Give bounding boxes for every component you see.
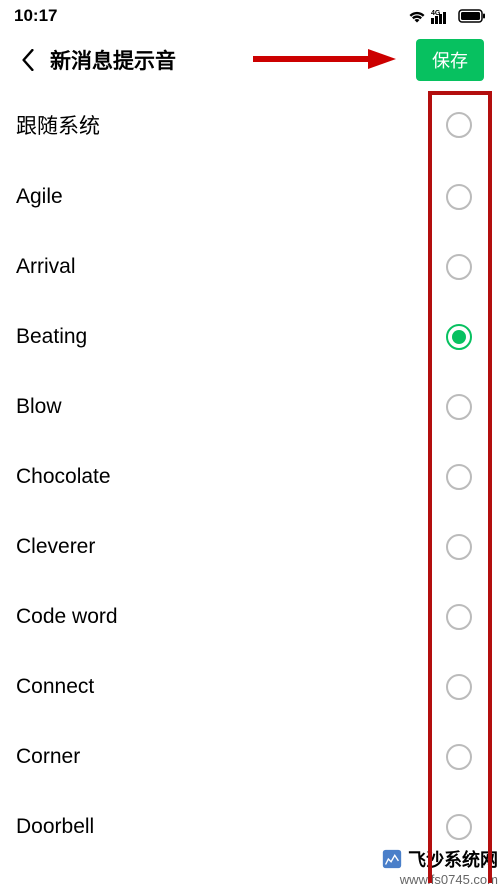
radio-code-word[interactable] — [446, 604, 472, 630]
status-icons: 4G — [408, 9, 486, 24]
page-title: 新消息提示音 — [50, 45, 176, 75]
radio-beating[interactable] — [446, 324, 472, 350]
sound-label: Blow — [16, 395, 62, 419]
sound-item-agile[interactable]: Agile — [0, 162, 500, 232]
sound-label: Agile — [16, 185, 63, 209]
radio-agile[interactable] — [446, 184, 472, 210]
sound-label: Cleverer — [16, 535, 95, 559]
wifi-icon — [408, 9, 426, 23]
sound-list: 跟随系统 Agile Arrival Beating Blow Chocolate Clev… — [0, 88, 500, 862]
sound-item-connect[interactable]: Connect — [0, 652, 500, 722]
watermark-logo-icon — [381, 848, 403, 870]
sound-label: Arrival — [16, 255, 76, 279]
sound-label: Corner — [16, 745, 80, 769]
battery-icon — [458, 9, 486, 23]
sound-item-blow[interactable]: Blow — [0, 372, 500, 442]
status-time: 10:17 — [14, 6, 57, 26]
radio-cleverer[interactable] — [446, 534, 472, 560]
save-button[interactable]: 保存 — [416, 39, 484, 81]
watermark-text: 飞沙系统网 — [408, 846, 498, 872]
radio-corner[interactable] — [446, 744, 472, 770]
radio-arrival[interactable] — [446, 254, 472, 280]
radio-connect[interactable] — [446, 674, 472, 700]
sound-label: Chocolate — [16, 465, 111, 489]
sound-item-code-word[interactable]: Code word — [0, 582, 500, 652]
sound-label: Code word — [16, 605, 118, 629]
radio-chocolate[interactable] — [446, 464, 472, 490]
watermark: 飞沙系统网 www.fs0745.com — [381, 846, 498, 887]
sound-item-corner[interactable]: Corner — [0, 722, 500, 792]
sound-item-chocolate[interactable]: Chocolate — [0, 442, 500, 512]
sound-label: Connect — [16, 675, 94, 699]
radio-blow[interactable] — [446, 394, 472, 420]
radio-follow-system[interactable] — [446, 112, 472, 138]
watermark-url: www.fs0745.com — [381, 872, 498, 887]
signal-4g-icon: 4G — [431, 9, 453, 24]
radio-doorbell[interactable] — [446, 814, 472, 840]
sound-item-cleverer[interactable]: Cleverer — [0, 512, 500, 582]
sound-item-beating[interactable]: Beating — [0, 302, 500, 372]
sound-item-arrival[interactable]: Arrival — [0, 232, 500, 302]
sound-item-follow-system[interactable]: 跟随系统 — [0, 88, 500, 162]
sound-label: 跟随系统 — [16, 110, 100, 140]
back-icon[interactable] — [16, 48, 40, 72]
sound-label: Doorbell — [16, 815, 94, 839]
sound-label: Beating — [16, 325, 87, 349]
nav-bar: 新消息提示音 保存 — [0, 32, 500, 88]
status-bar: 10:17 4G — [0, 0, 500, 32]
